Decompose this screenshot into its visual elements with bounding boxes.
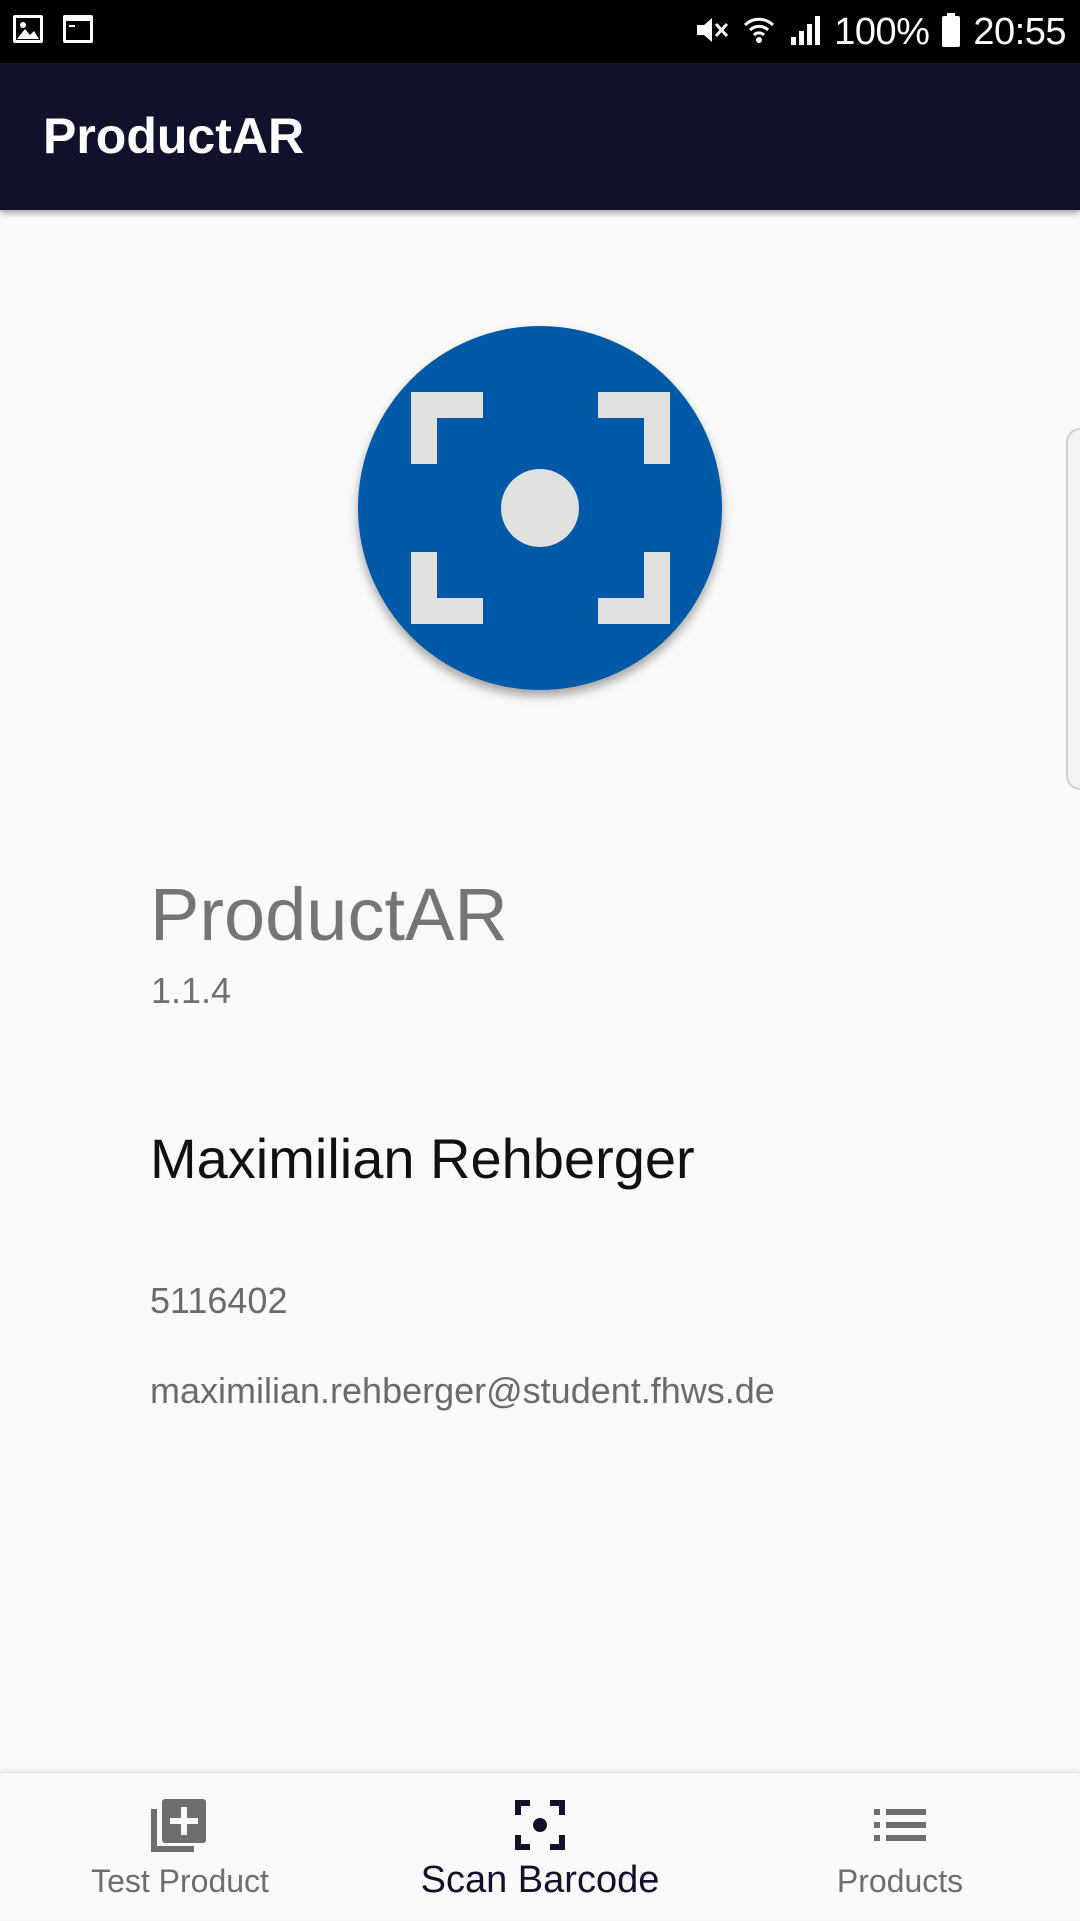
system-indicators: 100% 20:55 [694,8,1066,56]
list-icon [874,1795,926,1855]
author-email: maximilian.rehberger@student.fhws.de [150,1370,775,1411]
app-name: ProductAR [150,873,508,956]
bottom-navigation: Test Product Scan Barcode Products [0,1772,1080,1920]
terminal-notification-icon [62,14,94,49]
about-screen: ProductAR 1.1.4 Maximilian Rehberger 511… [0,210,1080,1772]
mute-icon [694,13,730,52]
wifi-icon [742,13,776,52]
student-id: 5116402 [150,1280,288,1321]
center-focus-icon [514,1795,566,1855]
nav-test-product-label: Test Product [91,1863,269,1899]
nav-products-label: Products [836,1863,964,1899]
add-library-icon [150,1795,210,1855]
app-bar-title: ProductAR [43,108,305,164]
gallery-notification-icon [12,14,44,49]
scan-barcode-logo-icon [358,326,722,690]
nav-scan-barcode-label: Scan Barcode [420,1859,660,1901]
app-bar: ProductAR [0,63,1080,210]
signal-icon [788,13,822,52]
status-bar: 100% 20:55 [0,0,1080,63]
battery-percent: 100% [834,10,930,53]
notification-icons [12,14,94,49]
author-name: Maximilian Rehberger [150,1127,695,1190]
nav-products[interactable]: Products [720,1773,1080,1921]
nav-test-product[interactable]: Test Product [0,1773,360,1921]
app-version: 1.1.4 [151,970,232,1011]
nav-scan-barcode[interactable]: Scan Barcode [360,1773,720,1921]
edge-panel-handle[interactable] [1066,428,1080,790]
clock: 20:55 [973,10,1066,53]
battery-icon [941,12,961,53]
